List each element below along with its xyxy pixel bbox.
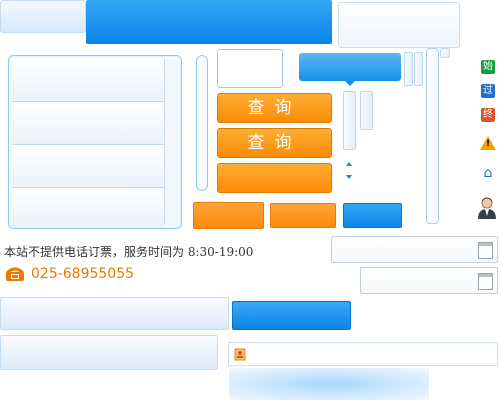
station-list[interactable] xyxy=(8,55,182,229)
phone-number: 025-68955055 xyxy=(31,266,135,282)
list-scrollbar[interactable] xyxy=(164,59,178,225)
top-tab-active[interactable] xyxy=(86,0,332,44)
highlight-bar xyxy=(229,368,429,400)
phone-icon xyxy=(5,267,25,281)
spinner-track[interactable] xyxy=(343,91,356,150)
orange-button-small-2[interactable] xyxy=(270,203,336,228)
end-icon: 终 xyxy=(481,108,495,122)
input-bar[interactable] xyxy=(0,297,229,330)
vertical-scrollbar[interactable] xyxy=(196,55,208,191)
spinner-down-icon[interactable] xyxy=(346,175,352,179)
list-item[interactable] xyxy=(12,59,164,102)
scroll-track[interactable] xyxy=(440,48,450,58)
scroll-track[interactable] xyxy=(414,52,423,86)
top-tab-left[interactable] xyxy=(0,0,86,33)
dropdown-pointer xyxy=(345,81,355,86)
passenger-field[interactable] xyxy=(228,342,498,366)
date-input-2[interactable] xyxy=(360,267,498,294)
user-avatar-icon xyxy=(478,197,496,219)
date-input[interactable] xyxy=(331,236,498,263)
via-icon: 过 xyxy=(481,84,495,98)
query-button-alt[interactable]: 查询 xyxy=(217,128,332,158)
scroll-track[interactable] xyxy=(404,52,413,86)
list-item[interactable] xyxy=(12,188,164,226)
list-item[interactable] xyxy=(12,145,164,188)
query-button[interactable]: 查询 xyxy=(217,93,332,123)
dropdown-button[interactable] xyxy=(299,53,401,81)
calendar-icon[interactable] xyxy=(478,242,493,259)
service-notice: 本站不提供电话订票，服务时间为 8:30-19:00 xyxy=(4,245,254,259)
blue-button-small[interactable] xyxy=(343,203,402,228)
orange-button-blank[interactable] xyxy=(217,163,332,193)
calendar-icon[interactable] xyxy=(478,273,493,290)
home-icon[interactable]: ⌂ xyxy=(481,166,495,180)
input-bar-2[interactable] xyxy=(0,335,218,370)
spinner-up-icon[interactable] xyxy=(346,162,352,166)
vertical-scrollbar-right[interactable] xyxy=(426,48,439,224)
submit-bar[interactable] xyxy=(232,301,351,330)
passenger-icon xyxy=(234,348,246,361)
top-right-panel xyxy=(338,2,460,48)
start-icon: 始 xyxy=(481,60,495,74)
orange-button-small[interactable] xyxy=(193,202,264,229)
list-item[interactable] xyxy=(12,102,164,145)
text-input[interactable] xyxy=(217,49,283,88)
warning-mark: ! xyxy=(486,139,491,149)
spinner-track-2[interactable] xyxy=(360,91,373,130)
